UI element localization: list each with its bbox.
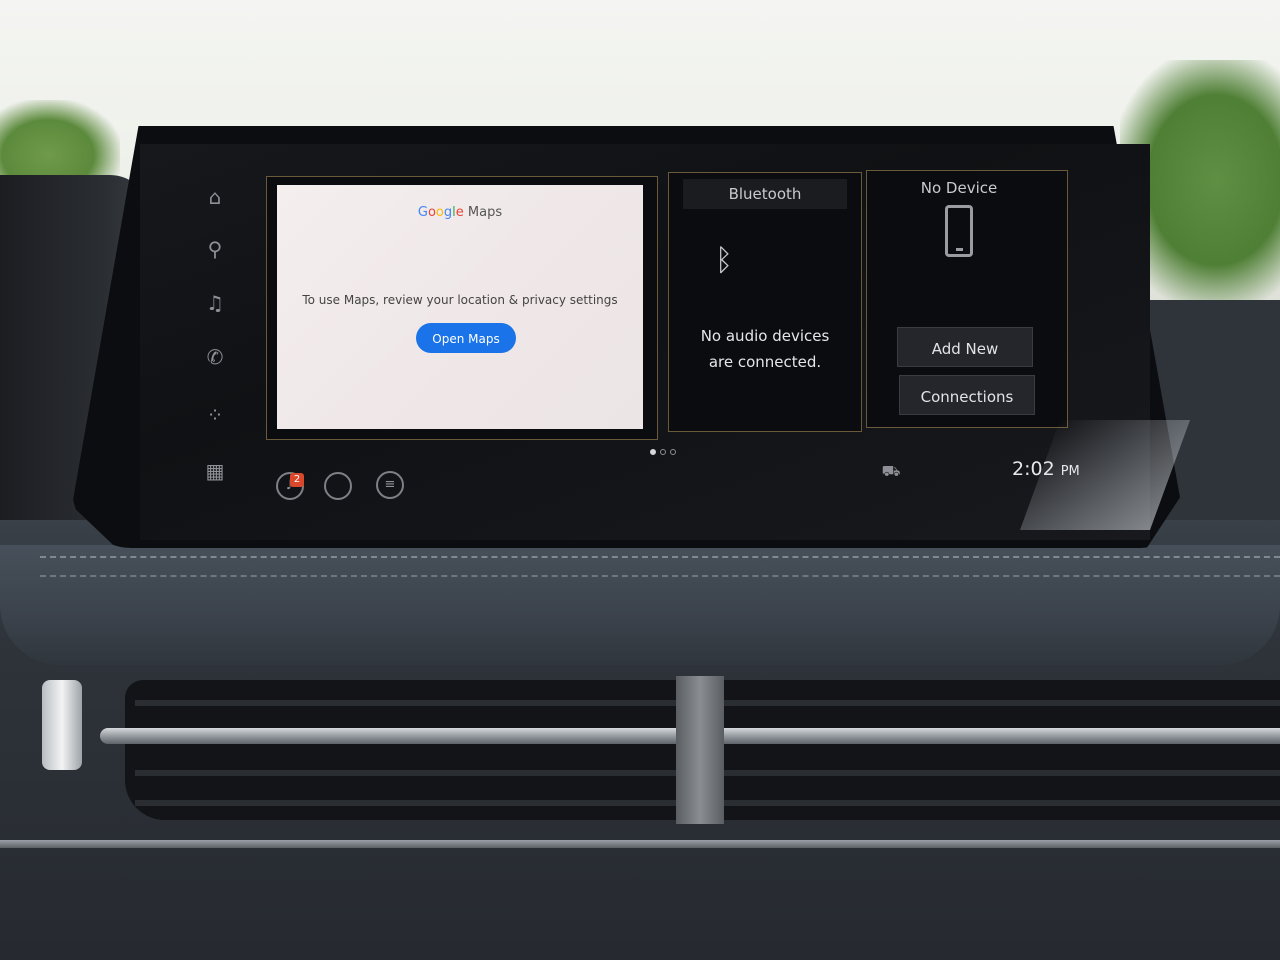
home-icon[interactable]: ⌂ xyxy=(198,180,232,214)
bluetooth-widget[interactable]: Bluetooth ᛒ No audio devices are connect… xyxy=(668,172,862,432)
page-indicator[interactable] xyxy=(650,440,680,459)
vent-divider xyxy=(676,676,724,824)
dashboard-stitching xyxy=(40,556,1280,558)
device-widget: No Device Add New Connections xyxy=(866,170,1068,428)
page-dot[interactable] xyxy=(660,449,666,455)
logo-letter: g xyxy=(443,205,453,220)
logo-letter: o xyxy=(435,205,444,220)
voice-dots-icon[interactable]: ⁘ xyxy=(198,398,232,432)
sliders-icon[interactable]: ≡ xyxy=(376,471,404,499)
bluetooth-message-line1: No audio devices xyxy=(700,327,830,345)
maps-widget[interactable]: Google Maps To use Maps, review your loc… xyxy=(266,176,658,440)
logo-letter: o xyxy=(427,205,436,220)
dash-trim xyxy=(0,840,1280,848)
bluetooth-status-message: No audio devices are connected. xyxy=(675,323,855,375)
maps-privacy-message: To use Maps, review your location & priv… xyxy=(302,293,618,307)
dashboard-leather xyxy=(0,545,1280,665)
google-maps-logo: Google Maps xyxy=(277,205,643,220)
bluetooth-message-line2: are connected. xyxy=(708,353,822,371)
logo-letter: G xyxy=(417,205,428,220)
vent-knob xyxy=(42,680,82,770)
dashboard-stitching xyxy=(40,575,1280,577)
circle-icon[interactable] xyxy=(324,472,352,500)
phone-handset-icon[interactable]: ✆ xyxy=(198,340,232,374)
page-dot[interactable] xyxy=(670,449,676,455)
device-status-title: No Device xyxy=(920,179,998,197)
open-maps-button[interactable]: Open Maps xyxy=(416,323,516,353)
logo-letter: e xyxy=(455,205,464,220)
bluetooth-title: Bluetooth xyxy=(683,179,847,209)
phone-outline-icon xyxy=(945,205,973,257)
page-dot-active[interactable] xyxy=(650,449,656,455)
logo-suffix: Maps xyxy=(463,205,503,220)
notification-badge: 2 xyxy=(290,473,304,487)
bluetooth-icon: ᛒ xyxy=(715,243,733,278)
car-icon[interactable]: ⛟ xyxy=(878,462,904,482)
apps-grid-icon[interactable]: ▦ xyxy=(198,454,232,488)
connections-button[interactable]: Connections xyxy=(899,375,1035,415)
add-new-button[interactable]: Add New xyxy=(897,327,1033,367)
location-pin-icon[interactable]: ⚲ xyxy=(198,232,232,266)
maps-panel: Google Maps To use Maps, review your loc… xyxy=(277,185,643,429)
music-note-icon[interactable]: ♫ xyxy=(198,286,232,320)
